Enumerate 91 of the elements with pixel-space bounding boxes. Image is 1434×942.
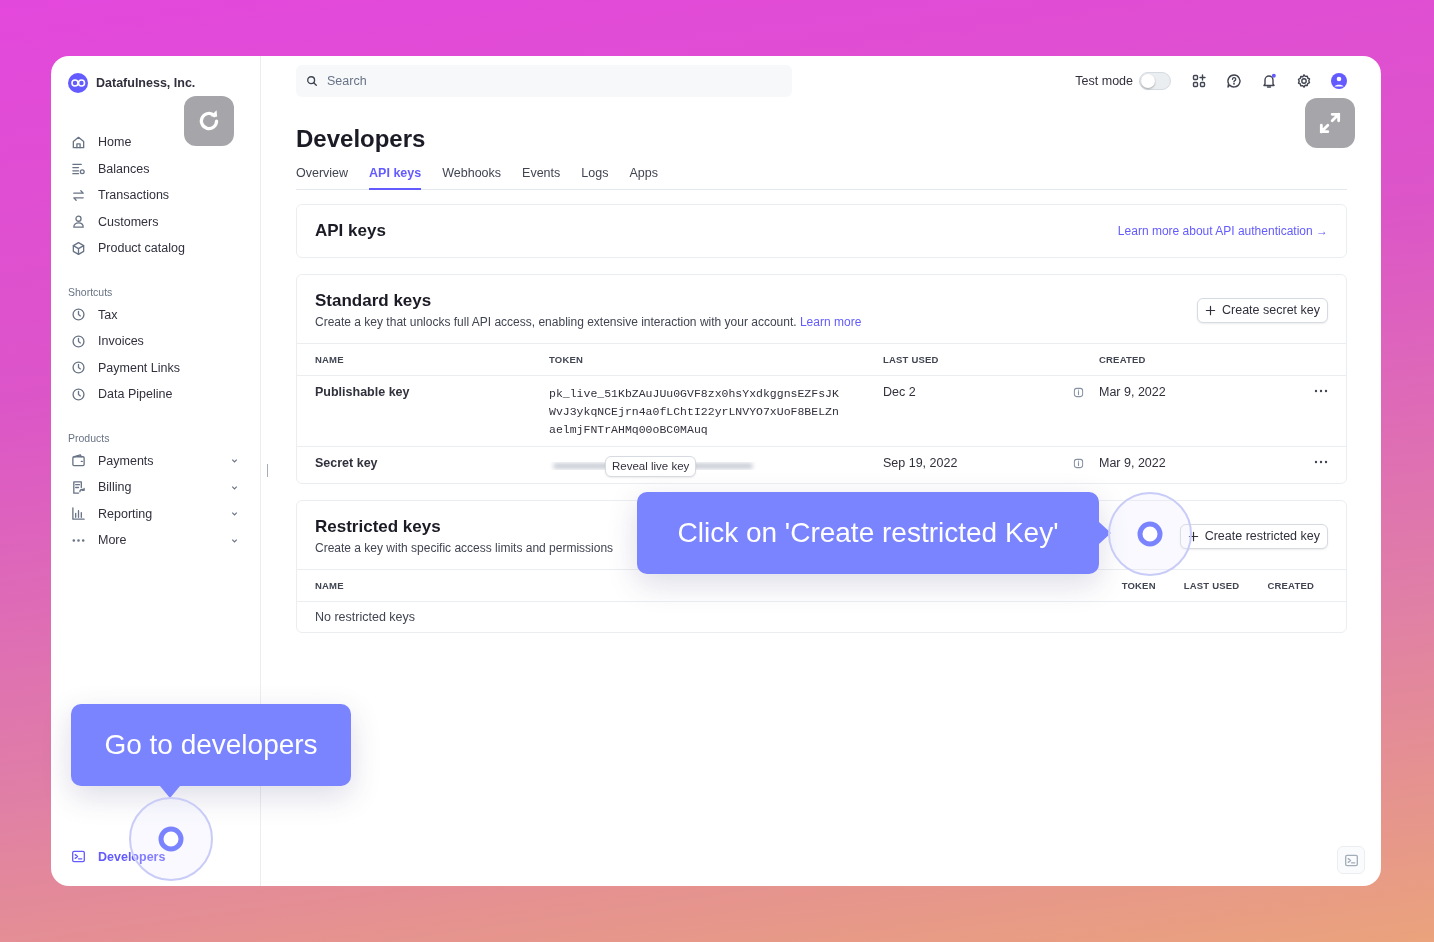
test-mode-label: Test mode [1075,74,1133,88]
refresh-button[interactable] [184,96,234,146]
person-icon [71,214,86,230]
info-icon [1073,387,1084,398]
avatar-icon[interactable] [1331,73,1347,89]
sidebar-item[interactable]: Product catalog [68,235,243,262]
toggle-switch[interactable] [1139,72,1171,90]
expand-icon [1317,110,1343,136]
tab[interactable]: Logs [581,166,609,190]
plus-icon [1205,304,1217,316]
list-icon [71,161,86,177]
column-header: LAST USED [1183,579,1240,593]
sidebar-item[interactable]: Data Pipeline [68,381,243,408]
column-header: LAST USED [883,353,940,367]
guide-tooltip: Go to developers [71,704,351,798]
column-header: TOKEN [1121,579,1156,593]
home-icon [71,134,86,150]
column-header: NAME [315,579,345,593]
sidebar-item[interactable]: Home [68,129,243,156]
bar-chart-icon [71,506,86,522]
more-icon[interactable] [1314,460,1328,464]
arrows-icon [71,187,86,203]
section-label: Products [68,431,111,444]
sidebar-item[interactable]: Customers [68,208,243,235]
tab[interactable]: Webhooks [442,166,502,190]
resize-handle[interactable] [267,464,268,477]
key-name: Secret key [315,456,379,470]
tab[interactable]: API keys [369,166,422,190]
search-input[interactable]: Search [325,73,782,89]
sidebar-item[interactable]: Developers [68,843,243,870]
terminal-button[interactable] [1337,846,1365,874]
reveal-key-button[interactable]: Reveal live key [605,455,697,477]
empty-message: No restricted keys [314,609,417,626]
tab[interactable]: Overview [296,166,349,190]
plus-icon [1187,530,1199,542]
more-icon[interactable] [1314,389,1328,393]
cube-icon [71,240,86,256]
sidebar-item[interactable]: Tax [68,301,243,328]
clock-icon [71,360,86,376]
last-used-date: Sep 19, 2022 [883,456,959,470]
column-header: CREATED [1267,579,1314,593]
terminal-icon [71,849,86,865]
token-text: pk_live_51KbZAuJUu0GVF8zx0hsYxdkggnsEZFsJK WvJ3ykqNCEjrn4a0fLChtI22yrLNVYO7xUoF8BELZn aelmjFNTrAHMq00oBC0MAuq [549,386,840,438]
receipt-icon [71,479,86,495]
card-description: Create a key with specific access limits and permissions [315,541,614,555]
guide-tooltip: Click on 'Create restricted Key' [637,492,1111,574]
chevron-down-icon[interactable] [230,456,239,466]
sidebar-item[interactable]: Balances [68,155,243,182]
dots-icon [71,538,86,542]
column-header: TOKEN [549,353,585,367]
column-header: NAME [315,353,345,367]
expand-button[interactable] [1305,98,1355,148]
search-icon [306,75,318,87]
card-description: Create a key that unlocks full API access, enabling extensive interaction with your account. Learn more [315,315,862,329]
wallet-icon [71,453,86,469]
settings-icon[interactable] [1296,73,1312,89]
terminal-icon [1343,852,1359,868]
card-title: Standard keys [315,291,432,311]
sidebar-item[interactable]: Invoices [68,328,243,355]
apps-icon[interactable] [1191,73,1207,89]
created-date: Mar 9, 2022 [1099,385,1167,399]
sidebar-item[interactable]: Transactions [68,182,243,209]
sidebar-item[interactable]: More [68,527,243,554]
chevron-down-icon[interactable] [230,509,239,519]
sidebar-item[interactable]: Reporting [68,500,243,527]
clock-icon [71,307,86,323]
create-key-button[interactable]: Create secret key [1197,297,1328,323]
learn-more-link[interactable]: Learn more [799,315,862,329]
logo-icon [68,73,88,93]
column-header: CREATED [1099,353,1147,367]
create-key-button[interactable]: Create restricted key [1179,523,1328,549]
help-icon[interactable] [1226,73,1242,89]
card-title: Restricted keys [315,517,441,537]
key-name: Publishable key [315,385,411,399]
tab[interactable]: Events [522,166,561,190]
page-title: Developers [296,125,427,153]
bell-icon[interactable] [1261,73,1277,89]
section-label: Shortcuts [68,285,114,298]
sidebar-item[interactable]: Billing [68,474,243,501]
search-field[interactable]: Search [296,65,792,97]
sidebar-item[interactable]: Payment Links [68,354,243,381]
last-used-date: Dec 2 [883,385,917,399]
tab[interactable]: Apps [629,166,658,190]
created-date: Mar 9, 2022 [1099,456,1167,470]
account-name: Datafulness, Inc. [96,76,196,90]
learn-more-link[interactable]: Learn more about API authentication → [1117,224,1328,238]
clock-icon [71,386,86,402]
sidebar-item[interactable]: Payments [68,447,243,474]
card-title: API keys [315,221,386,241]
clock-icon [71,333,86,349]
info-icon [1073,458,1084,469]
